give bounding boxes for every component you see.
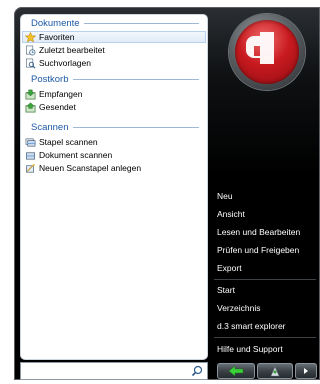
right-menu-smart-explorer[interactable]: d.3 smart explorer	[217, 320, 286, 332]
menu-label: Neu	[217, 191, 233, 201]
menu-item-favoriten[interactable]: Favoriten	[22, 31, 206, 43]
search-icon[interactable]	[191, 365, 203, 377]
bottom-button-bar	[217, 363, 319, 380]
right-menu-hilfe-support[interactable]: Hilfe und Support	[217, 343, 283, 355]
section-header-postkorb: Postkorb	[31, 72, 199, 86]
menu-item-neuen-scanstapel[interactable]: Neuen Scanstapel anlegen	[22, 162, 206, 174]
menu-label: Hilfe und Support	[217, 344, 283, 354]
new-scan-batch-icon	[26, 163, 35, 172]
recent-documents-icon	[26, 45, 36, 55]
arrow-left-icon	[228, 365, 244, 377]
d-letter-icon	[246, 32, 274, 64]
search-field[interactable]	[20, 362, 208, 380]
menu-separator	[214, 279, 316, 280]
right-menu-start[interactable]: Start	[217, 284, 235, 296]
menu-item-empfangen[interactable]: Empfangen	[22, 88, 206, 100]
menu-label: Ansicht	[217, 209, 245, 219]
section-header-scannen: Scannen	[31, 120, 199, 134]
options-arrow-button[interactable]	[295, 363, 317, 379]
right-menu-neu[interactable]: Neu	[217, 190, 233, 202]
menu-label: Verzeichnis	[217, 303, 261, 313]
menu-label: Lesen und Bearbeiten	[217, 227, 301, 237]
chevron-right-icon	[304, 368, 308, 374]
menu-item-label: Dokument scannen	[39, 150, 113, 160]
right-menu-verzeichnis[interactable]: Verzeichnis	[217, 302, 260, 314]
section-title: Scannen	[31, 121, 69, 133]
menu-item-suchvorlagen[interactable]: Suchvorlagen	[22, 57, 206, 69]
search-templates-icon	[26, 58, 36, 68]
back-button[interactable]	[217, 363, 255, 379]
section-title: Dokumente	[31, 17, 80, 29]
menu-item-stapel-scannen[interactable]: Stapel scannen	[22, 136, 206, 148]
menu-item-label: Zuletzt bearbeitet	[39, 45, 105, 55]
menu-item-label: Neuen Scanstapel anlegen	[39, 163, 142, 173]
menu-label: Start	[217, 285, 235, 295]
menu-item-dokument-scannen[interactable]: Dokument scannen	[22, 149, 206, 161]
scan-batch-icon	[25, 138, 36, 146]
menu-item-gesendet[interactable]: Gesendet	[22, 101, 206, 113]
menu-label: d.3 smart explorer	[217, 321, 286, 331]
inbox-icon	[25, 89, 36, 99]
menu-item-label: Suchvorlagen	[39, 58, 91, 68]
star-icon	[25, 31, 36, 42]
menu-item-label: Gesendet	[39, 102, 76, 112]
menu-label: Prüfen und Freigeben	[217, 245, 300, 255]
lock-icon	[270, 366, 280, 377]
lock-button[interactable]	[257, 363, 293, 379]
menu-item-zuletzt-bearbeitet[interactable]: Zuletzt bearbeitet	[22, 44, 206, 56]
menu-label: Export	[217, 263, 242, 273]
right-menu-ansicht[interactable]: Ansicht	[217, 208, 245, 220]
left-panel: Dokumente Favoriten Zuletzt bearbeitet S…	[20, 14, 208, 360]
right-menu-lesen-bearbeiten[interactable]: Lesen und Bearbeiten	[217, 226, 300, 238]
section-header-dokumente: Dokumente	[31, 16, 199, 30]
right-menu-pruefen-freigeben[interactable]: Prüfen und Freigeben	[217, 244, 299, 256]
app-logo-frame	[229, 14, 305, 90]
scan-document-icon	[26, 151, 35, 159]
outbox-icon	[25, 101, 36, 112]
section-title: Postkorb	[31, 73, 69, 85]
menu-item-label: Empfangen	[39, 89, 83, 99]
menu-separator	[214, 337, 316, 338]
menu-item-label: Stapel scannen	[39, 137, 98, 147]
d3-logo	[235, 20, 299, 84]
menu-item-label: Favoriten	[39, 32, 75, 42]
right-menu-export[interactable]: Export	[217, 262, 242, 274]
